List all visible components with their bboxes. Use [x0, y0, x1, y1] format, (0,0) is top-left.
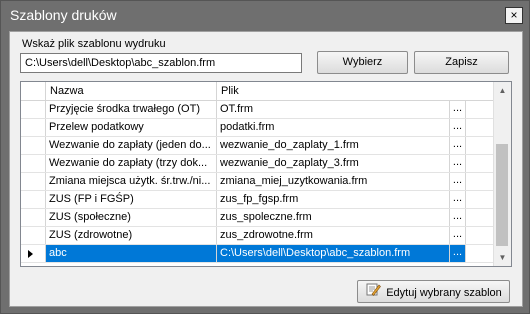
browse-file-button[interactable]: ...: [449, 191, 466, 208]
templates-grid: Nazwa Plik Przyjęcie środka trwałego (OT…: [20, 81, 512, 267]
save-button[interactable]: Zapisz: [414, 51, 509, 74]
template-path-input[interactable]: C:\Users\dell\Desktop\abc_szablon.frm: [20, 53, 302, 73]
row-selector-header: [21, 82, 46, 100]
row-selector[interactable]: [21, 209, 46, 226]
grid-rows: Przyjęcie środka trwałego (OT) OT.frm... P…: [21, 101, 495, 263]
table-row[interactable]: Wezwanie do zapłaty (jeden do... wezwanie…: [21, 137, 495, 155]
table-row[interactable]: ZUS (FP i FGŚP) zus_fp_fgsp.frm...: [21, 191, 495, 209]
table-row[interactable]: Zmiana miejsca użytk. śr.trw./ni... zmian…: [21, 173, 495, 191]
cell-file[interactable]: wezwanie_do_zaplaty_3.frm: [217, 155, 449, 172]
dialog-body: Wskaż plik szablonu wydruku C:\Users\del…: [9, 31, 523, 307]
table-row[interactable]: ZUS (zdrowotne) zus_zdrowotne.frm...: [21, 227, 495, 245]
edit-template-button[interactable]: Edytuj wybrany szablon: [357, 280, 510, 303]
edit-pencil-icon: [365, 281, 382, 305]
cell-file[interactable]: zus_zdrowotne.frm: [217, 227, 449, 244]
template-file-label: Wskaż plik szablonu wydruku: [22, 38, 166, 50]
cell-name[interactable]: ZUS (FP i FGŚP): [46, 191, 217, 208]
select-button[interactable]: Wybierz: [317, 51, 408, 74]
table-row[interactable]: abc C:\Users\dell\Desktop\abc_szablon.frm…: [21, 245, 495, 263]
row-selector[interactable]: [21, 155, 46, 172]
browse-file-button[interactable]: ...: [449, 137, 466, 154]
cell-file[interactable]: zus_spoleczne.frm: [217, 209, 449, 226]
scrollbar-thumb[interactable]: [496, 144, 508, 246]
edit-template-label: Edytuj wybrany szablon: [386, 286, 502, 299]
row-selector[interactable]: [21, 191, 46, 208]
row-selector[interactable]: [21, 245, 46, 262]
column-header-file[interactable]: Plik: [217, 82, 495, 100]
row-selector[interactable]: [21, 101, 46, 118]
browse-file-button[interactable]: ...: [449, 155, 466, 172]
current-row-arrow-icon: [28, 250, 33, 258]
row-selector[interactable]: [21, 137, 46, 154]
cell-name[interactable]: Przelew podatkowy: [46, 119, 217, 136]
row-selector[interactable]: [21, 119, 46, 136]
close-icon[interactable]: ×: [505, 7, 523, 24]
grid-header: Nazwa Plik: [21, 82, 495, 101]
row-selector[interactable]: [21, 227, 46, 244]
browse-file-button[interactable]: ...: [449, 245, 466, 262]
vertical-scrollbar[interactable]: ▲ ▼: [493, 82, 511, 266]
cell-file[interactable]: wezwanie_do_zaplaty_1.frm: [217, 137, 449, 154]
table-row[interactable]: ZUS (społeczne) zus_spoleczne.frm...: [21, 209, 495, 227]
browse-file-button[interactable]: ...: [449, 119, 466, 136]
row-selector[interactable]: [21, 173, 46, 190]
cell-name[interactable]: ZUS (społeczne): [46, 209, 217, 226]
browse-file-button[interactable]: ...: [449, 173, 466, 190]
cell-name[interactable]: Wezwanie do zapłaty (trzy dok...: [46, 155, 217, 172]
cell-file[interactable]: C:\Users\dell\Desktop\abc_szablon.frm: [217, 245, 449, 262]
browse-file-button[interactable]: ...: [449, 101, 466, 118]
column-header-name[interactable]: Nazwa: [46, 82, 217, 100]
dialog-window: Szablony druków × Wskaż plik szablonu wy…: [0, 0, 530, 314]
cell-name[interactable]: ZUS (zdrowotne): [46, 227, 217, 244]
cell-file[interactable]: OT.frm: [217, 101, 449, 118]
browse-file-button[interactable]: ...: [449, 209, 466, 226]
cell-name[interactable]: Wezwanie do zapłaty (jeden do...: [46, 137, 217, 154]
table-row[interactable]: Przyjęcie środka trwałego (OT) OT.frm...: [21, 101, 495, 119]
window-title: Szablony druków: [10, 7, 117, 23]
cell-file[interactable]: zmiana_miej_uzytkowania.frm: [217, 173, 449, 190]
browse-file-button[interactable]: ...: [449, 227, 466, 244]
scroll-up-icon[interactable]: ▲: [494, 82, 511, 99]
table-row[interactable]: Przelew podatkowy podatki.frm...: [21, 119, 495, 137]
cell-file[interactable]: zus_fp_fgsp.frm: [217, 191, 449, 208]
cell-file[interactable]: podatki.frm: [217, 119, 449, 136]
cell-name[interactable]: abc: [46, 245, 217, 262]
cell-name[interactable]: Zmiana miejsca użytk. śr.trw./ni...: [46, 173, 217, 190]
title-bar: Szablony druków ×: [1, 1, 529, 31]
scroll-down-icon[interactable]: ▼: [494, 249, 511, 266]
table-row[interactable]: Wezwanie do zapłaty (trzy dok... wezwanie…: [21, 155, 495, 173]
cell-name[interactable]: Przyjęcie środka trwałego (OT): [46, 101, 217, 118]
